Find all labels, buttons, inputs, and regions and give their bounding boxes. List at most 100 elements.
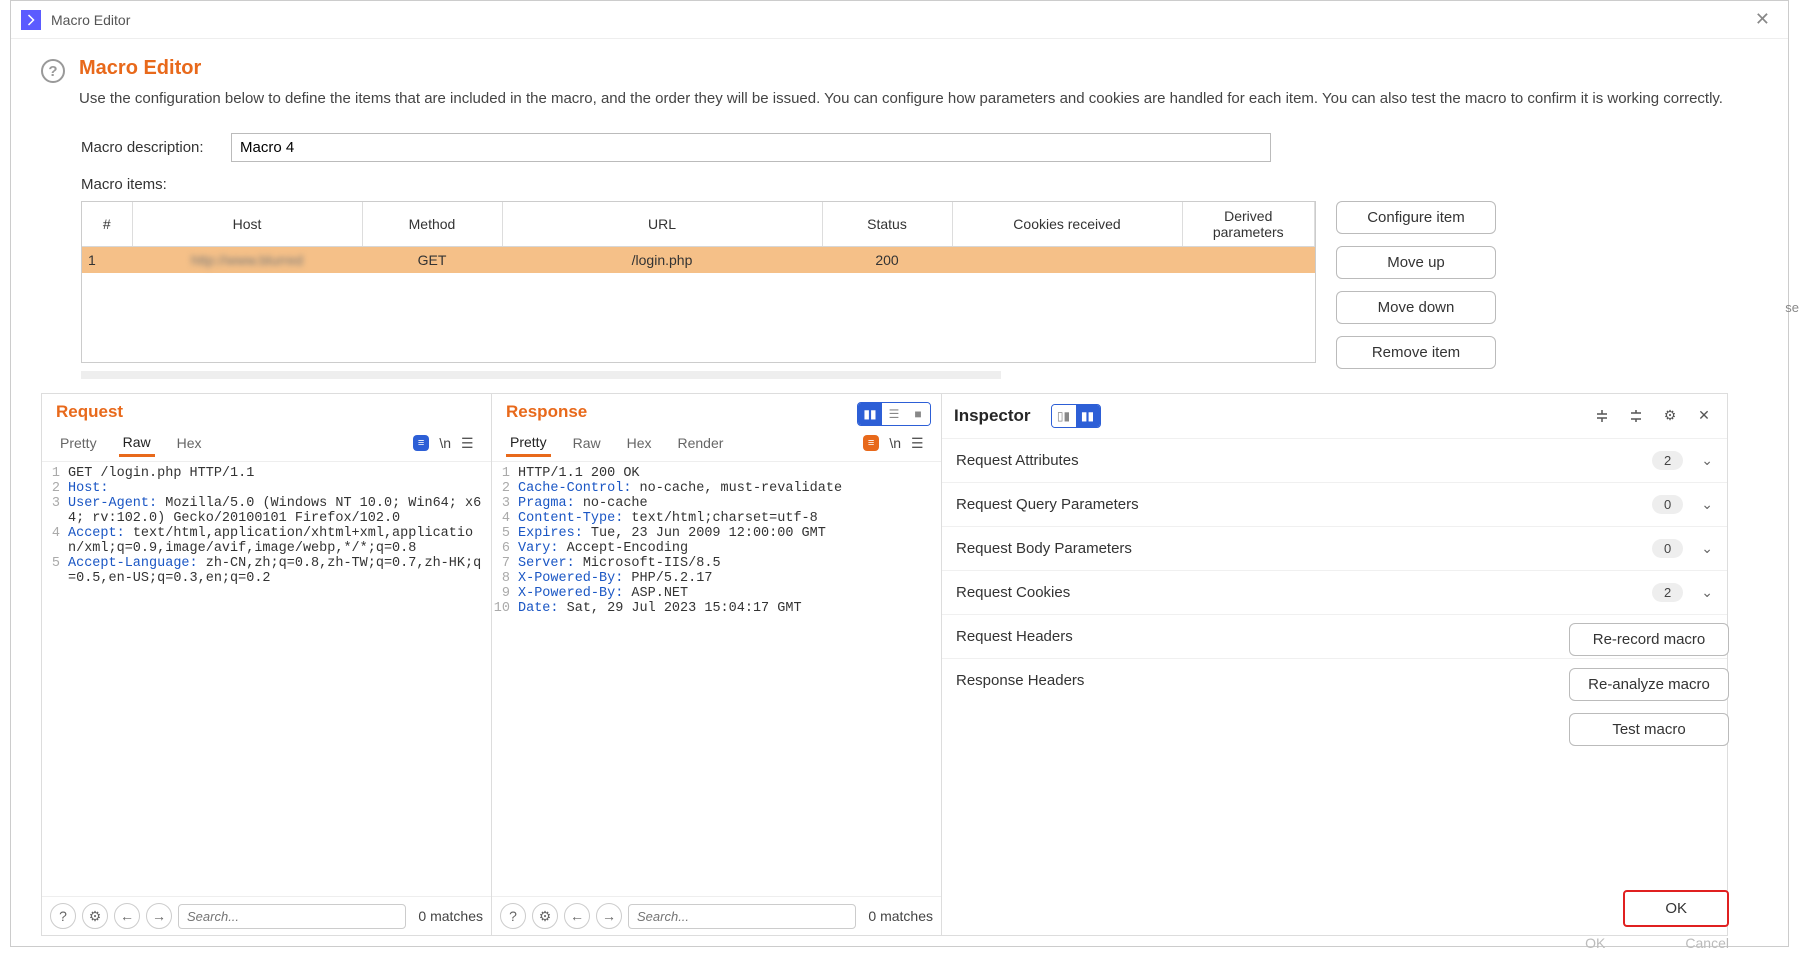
chevron-down-icon[interactable]: ⌄ (1701, 540, 1713, 557)
move-up-button[interactable]: Move up (1336, 246, 1496, 279)
request-panel: Request Pretty Raw Hex ≡ \n ☰ 1GET /logi… (42, 394, 492, 936)
count-badge: 2 (1652, 583, 1683, 602)
response-view-toggle: ▮▮ ☰ ■ (857, 402, 931, 426)
tab-hex[interactable]: Hex (173, 431, 206, 455)
help-icon[interactable]: ? (500, 903, 526, 929)
tab-pretty[interactable]: Pretty (56, 431, 101, 455)
response-footer: ? ⚙ ← → 0 matches (492, 896, 941, 935)
chevron-down-icon[interactable]: ⌄ (1701, 584, 1713, 601)
gear-icon[interactable]: ⚙ (82, 903, 108, 929)
col-host[interactable]: Host (132, 202, 362, 247)
inspector-row-label: Request Query Parameters (956, 496, 1652, 513)
test-macro-button[interactable]: Test macro (1569, 713, 1729, 746)
cell-host: http://www.blurred (132, 246, 362, 273)
hamburger-icon[interactable]: ☰ (461, 435, 477, 452)
move-down-button[interactable]: Move down (1336, 291, 1496, 324)
request-tabs: Pretty Raw Hex ≡ \n ☰ (42, 426, 491, 457)
remove-item-button[interactable]: Remove item (1336, 336, 1496, 369)
description-label: Macro description: (81, 139, 221, 156)
close-icon[interactable]: ✕ (1747, 7, 1778, 32)
inspector-row[interactable]: Request Attributes2⌄ (942, 438, 1727, 482)
content-area: ? Macro Editor Use the configuration bel… (11, 39, 1788, 946)
help-icon[interactable]: ? (50, 903, 76, 929)
inspector-row-label: Request Cookies (956, 584, 1652, 601)
request-search-input[interactable] (178, 904, 406, 929)
titlebar: Macro Editor ✕ (11, 1, 1788, 39)
chevron-down-icon[interactable]: ⌄ (1701, 496, 1713, 513)
actions-icon[interactable]: ≡ (863, 435, 879, 451)
edge-text: se (1785, 300, 1799, 315)
header-row: ? Macro Editor Use the configuration bel… (41, 57, 1728, 133)
tab-raw[interactable]: Raw (569, 431, 605, 455)
reanalyze-macro-button[interactable]: Re-analyze macro (1569, 668, 1729, 701)
view-split-icon[interactable]: ▮▮ (858, 403, 882, 425)
inspector-row[interactable]: Request Body Parameters0⌄ (942, 526, 1727, 570)
inspector-row-label: Request Attributes (956, 452, 1652, 469)
tab-render[interactable]: Render (674, 431, 728, 455)
collapse-icon[interactable] (1625, 405, 1647, 427)
macro-items-table[interactable]: # Host Method URL Status Cookies receive… (82, 202, 1315, 273)
inspector-header: Inspector ▯▮ ▮▮ ⚙ ✕ (942, 394, 1727, 438)
ghost-ok: OK (1585, 935, 1605, 951)
macro-description-input[interactable] (231, 133, 1271, 162)
dialog-footer: OK (1623, 890, 1729, 927)
tab-hex[interactable]: Hex (623, 431, 656, 455)
chevron-down-icon[interactable]: ⌄ (1701, 452, 1713, 469)
prev-icon[interactable]: ← (114, 903, 140, 929)
ghost-buttons: OK Cancel (1585, 935, 1729, 951)
rerecord-macro-button[interactable]: Re-record macro (1569, 623, 1729, 656)
page-description: Use the configuration below to define th… (79, 88, 1728, 111)
response-search-input[interactable] (628, 904, 856, 929)
next-icon[interactable]: → (146, 903, 172, 929)
cell-num: 1 (82, 246, 132, 273)
response-tabs: Pretty Raw Hex Render ≡ \n ☰ (492, 426, 941, 457)
response-title: Response (506, 402, 587, 422)
tab-raw[interactable]: Raw (119, 430, 155, 457)
items-area: # Host Method URL Status Cookies receive… (81, 201, 1728, 369)
col-num[interactable]: # (82, 202, 132, 247)
col-method[interactable]: Method (362, 202, 502, 247)
request-footer: ? ⚙ ← → 0 matches (42, 896, 491, 935)
col-cookies[interactable]: Cookies received (952, 202, 1182, 247)
prev-icon[interactable]: ← (564, 903, 590, 929)
configure-item-button[interactable]: Configure item (1336, 201, 1496, 234)
window-title: Macro Editor (51, 12, 130, 28)
cell-status: 200 (822, 246, 952, 273)
hamburger-icon[interactable]: ☰ (911, 435, 927, 452)
macro-editor-window: Macro Editor ✕ ? Macro Editor Use the co… (10, 0, 1789, 947)
tab-pretty[interactable]: Pretty (506, 430, 551, 457)
expand-icon[interactable] (1591, 405, 1613, 427)
inspector-row[interactable]: Request Query Parameters0⌄ (942, 482, 1727, 526)
col-status[interactable]: Status (822, 202, 952, 247)
response-code[interactable]: 1HTTP/1.1 200 OK2Cache-Control: no-cache… (492, 461, 941, 897)
response-panel: ▮▮ ☰ ■ Response Pretty Raw Hex Render ≡ … (492, 394, 942, 936)
cell-derived (1182, 246, 1315, 273)
help-icon[interactable]: ? (41, 59, 65, 83)
view-rows-icon[interactable]: ☰ (882, 403, 906, 425)
gear-icon[interactable]: ⚙ (532, 903, 558, 929)
view-single-icon[interactable]: ■ (906, 403, 930, 425)
col-derived[interactable]: Derived parameters (1182, 202, 1315, 247)
next-icon[interactable]: → (596, 903, 622, 929)
inspector-row-label: Request Body Parameters (956, 540, 1652, 557)
cell-url: /login.php (502, 246, 822, 273)
cell-method: GET (362, 246, 502, 273)
table-header-row: # Host Method URL Status Cookies receive… (82, 202, 1315, 247)
gear-icon[interactable]: ⚙ (1659, 405, 1681, 427)
view-split-icon[interactable]: ▮▮ (1076, 405, 1100, 427)
side-buttons: Configure item Move up Move down Remove … (1336, 201, 1496, 369)
macro-items-table-wrap: # Host Method URL Status Cookies receive… (81, 201, 1316, 363)
actions-icon[interactable]: ≡ (413, 435, 429, 451)
newline-icon[interactable]: \n (889, 435, 901, 451)
ok-button[interactable]: OK (1623, 890, 1729, 927)
newline-icon[interactable]: \n (439, 435, 451, 451)
inspector-row[interactable]: Request Cookies2 ⌄ (942, 570, 1727, 614)
request-code[interactable]: 1GET /login.php HTTP/1.12Host: 3User-Age… (42, 461, 491, 897)
table-scrollbar[interactable] (81, 371, 1001, 379)
view-columns-icon[interactable]: ▯▮ (1052, 405, 1076, 427)
close-icon[interactable]: ✕ (1693, 405, 1715, 427)
macro-action-buttons: Re-record macro Re-analyze macro Test ma… (1569, 623, 1729, 746)
col-url[interactable]: URL (502, 202, 822, 247)
app-icon (21, 10, 41, 30)
table-row[interactable]: 1 http://www.blurred GET /login.php 200 (82, 246, 1315, 273)
